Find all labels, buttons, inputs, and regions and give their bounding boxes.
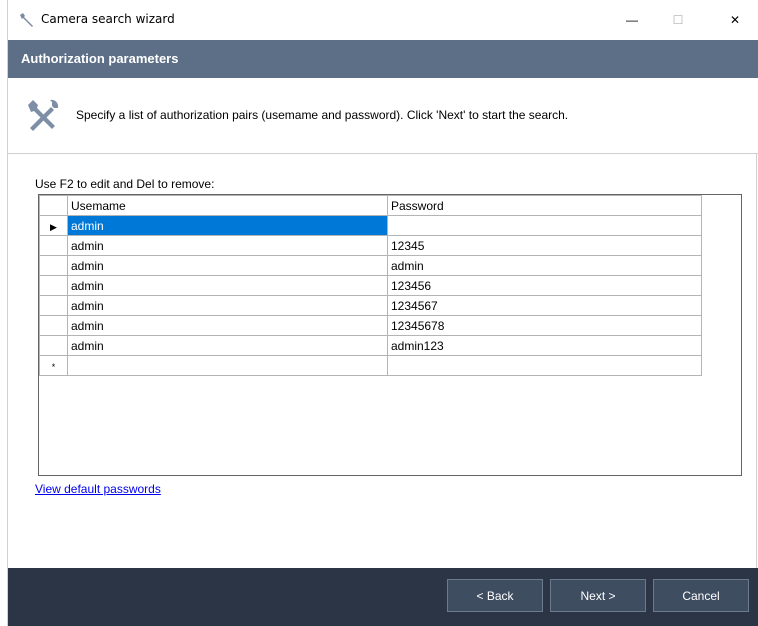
new-row[interactable]: *	[39, 355, 702, 376]
username-cell[interactable]	[67, 355, 388, 376]
column-header-password[interactable]: Password	[387, 195, 702, 216]
row-header[interactable]	[39, 315, 68, 336]
close-icon: ✕	[729, 13, 741, 27]
next-button[interactable]: Next >	[550, 579, 646, 612]
credentials-grid[interactable]: Usemame Password ▶ admin admin 12345 adm…	[38, 194, 742, 476]
minimize-icon: —	[626, 13, 638, 27]
minimize-button[interactable]: —	[609, 0, 655, 40]
table-row[interactable]: ▶ admin	[39, 215, 702, 236]
username-cell[interactable]: admin	[67, 295, 388, 316]
table-row[interactable]: admin admin	[39, 255, 702, 276]
password-cell[interactable]: 12345	[387, 235, 702, 256]
page-title: Authorization parameters	[21, 51, 179, 66]
password-cell[interactable]: admin	[387, 255, 702, 276]
maximize-button[interactable]: ☐	[655, 0, 701, 40]
footer-bar: < Back Next > Cancel	[8, 568, 758, 626]
row-header-corner	[39, 195, 68, 216]
row-header[interactable]	[39, 235, 68, 256]
table-row[interactable]: admin 1234567	[39, 295, 702, 316]
row-header[interactable]: ▶	[39, 215, 68, 236]
username-cell[interactable]: admin	[67, 275, 388, 296]
row-header[interactable]	[39, 335, 68, 356]
table-row[interactable]: admin 123456	[39, 275, 702, 296]
cancel-button[interactable]: Cancel	[653, 579, 749, 612]
column-header-username[interactable]: Usemame	[67, 195, 388, 216]
password-cell[interactable]	[387, 355, 702, 376]
username-cell[interactable]: admin	[67, 235, 388, 256]
description-area: Specify a list of authorization pairs (u…	[8, 78, 758, 154]
password-cell[interactable]: 123456	[387, 275, 702, 296]
credentials-table: Usemame Password ▶ admin admin 12345 adm…	[39, 195, 702, 376]
password-cell[interactable]: 12345678	[387, 315, 702, 336]
table-row[interactable]: admin 12345	[39, 235, 702, 256]
password-cell[interactable]	[387, 215, 702, 236]
row-header[interactable]: *	[39, 355, 68, 376]
description-text: Specify a list of authorization pairs (u…	[76, 108, 569, 122]
maximize-icon: ☐	[672, 13, 684, 27]
new-row-icon: *	[51, 361, 56, 372]
password-cell[interactable]: admin123	[387, 335, 702, 356]
tools-icon	[28, 99, 59, 131]
username-cell[interactable]: admin	[67, 315, 388, 336]
view-default-passwords-link[interactable]: View default passwords	[35, 482, 161, 496]
row-header[interactable]	[39, 295, 68, 316]
table-row[interactable]: admin 12345678	[39, 315, 702, 336]
username-cell[interactable]: admin	[67, 335, 388, 356]
table-row[interactable]: admin admin123	[39, 335, 702, 356]
header-bar: Authorization parameters	[8, 40, 758, 78]
password-cell[interactable]: 1234567	[387, 295, 702, 316]
wizard-window: Camera search wizard — ☐ ✕ Authorization…	[7, 0, 758, 626]
current-row-icon: ▶	[50, 221, 57, 232]
window-title: Camera search wizard	[41, 12, 175, 26]
title-bar[interactable]: Camera search wizard — ☐ ✕	[8, 0, 758, 40]
back-button[interactable]: < Back	[447, 579, 543, 612]
grid-hint: Use F2 to edit and Del to remove:	[35, 177, 215, 191]
username-cell[interactable]: admin	[67, 255, 388, 276]
username-cell[interactable]: admin	[67, 215, 388, 236]
wrench-icon	[20, 13, 33, 27]
grid-header-row: Usemame Password	[39, 195, 702, 216]
row-header[interactable]	[39, 275, 68, 296]
close-button[interactable]: ✕	[712, 0, 758, 40]
row-header[interactable]	[39, 255, 68, 276]
